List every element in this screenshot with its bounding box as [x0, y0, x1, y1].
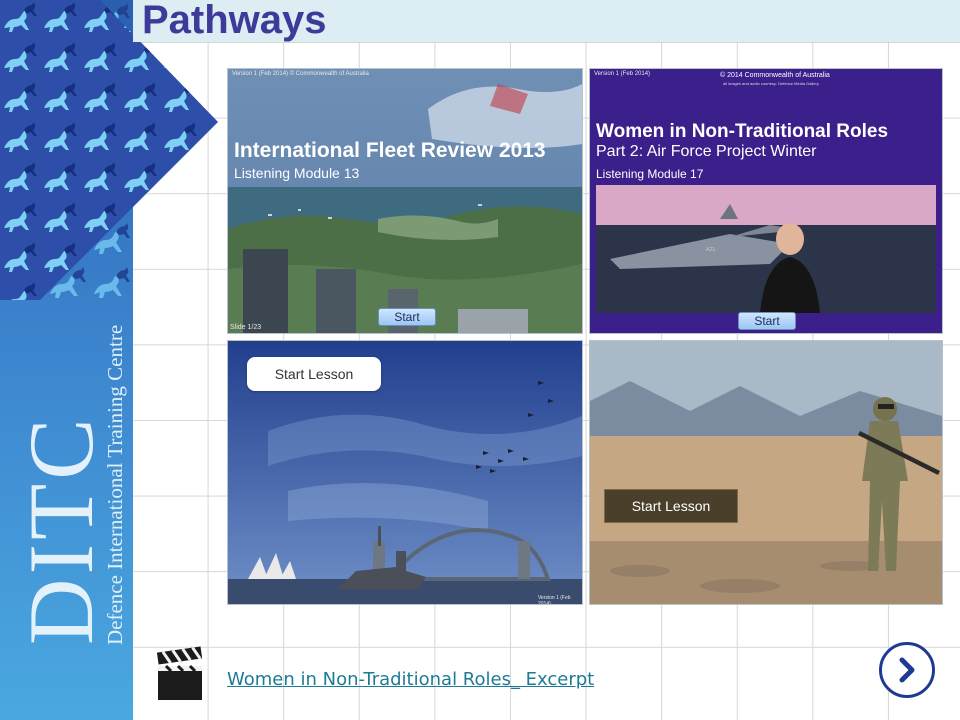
tile-subtitle: Listening Module 13 [234, 165, 360, 181]
copyright-note: © 2014 Commonwealth of Australia [720, 72, 830, 79]
video-excerpt-link[interactable]: Women in Non-Traditional Roles_ Excerpt [227, 669, 594, 690]
harbour-aerial-image [228, 69, 582, 333]
jet-number: A21- [706, 247, 717, 253]
start-button[interactable]: Start [378, 308, 436, 326]
desert-soldier-image [590, 341, 942, 604]
page-title: Pathways [142, 0, 327, 42]
air-force-image [590, 69, 942, 333]
copyright-sub: all images and audio courtesy: Defence M… [723, 81, 819, 86]
logo-subtitle: Defence International Training Centre [103, 325, 127, 645]
version-note: Version 1 (Feb 2014) [538, 595, 571, 605]
tile-version-note: Version 1 (Feb 2014) [594, 71, 651, 77]
tile-version-note: Version 1 (Feb 2014) © Commonwealth of A… [232, 71, 369, 77]
start-lesson-button[interactable]: Start Lesson [247, 357, 381, 391]
ditc-logo: DITC Defence International Training Cent… [10, 325, 127, 645]
slide-counter: Slide 1/23 [230, 324, 262, 331]
tile-title: International Fleet Review 2013 [234, 139, 546, 162]
start-button[interactable]: Start [738, 312, 796, 330]
lesson-tile-harbour[interactable]: Start Lesson Version 1 (Feb 2014) [227, 340, 583, 605]
tile-subtitle-2: Listening Module 17 [596, 167, 704, 181]
lesson-tile-soldier[interactable]: Start Lesson [589, 340, 943, 605]
chevron-right-icon [899, 657, 915, 683]
logo-letters: DITC [10, 414, 112, 645]
clapperboard-icon[interactable] [156, 646, 204, 702]
tile-title: Women in Non-Traditional Roles [596, 121, 889, 142]
lesson-tile-women-roles[interactable]: Version 1 (Feb 2014) © 2014 Commonwealth… [589, 68, 943, 334]
start-lesson-button[interactable]: Start Lesson [604, 489, 738, 523]
next-button[interactable] [879, 642, 935, 698]
lesson-tile-fleet-review[interactable]: Version 1 (Feb 2014) © Commonwealth of A… [227, 68, 583, 334]
tile-subtitle: Part 2: Air Force Project Winter [596, 143, 817, 160]
